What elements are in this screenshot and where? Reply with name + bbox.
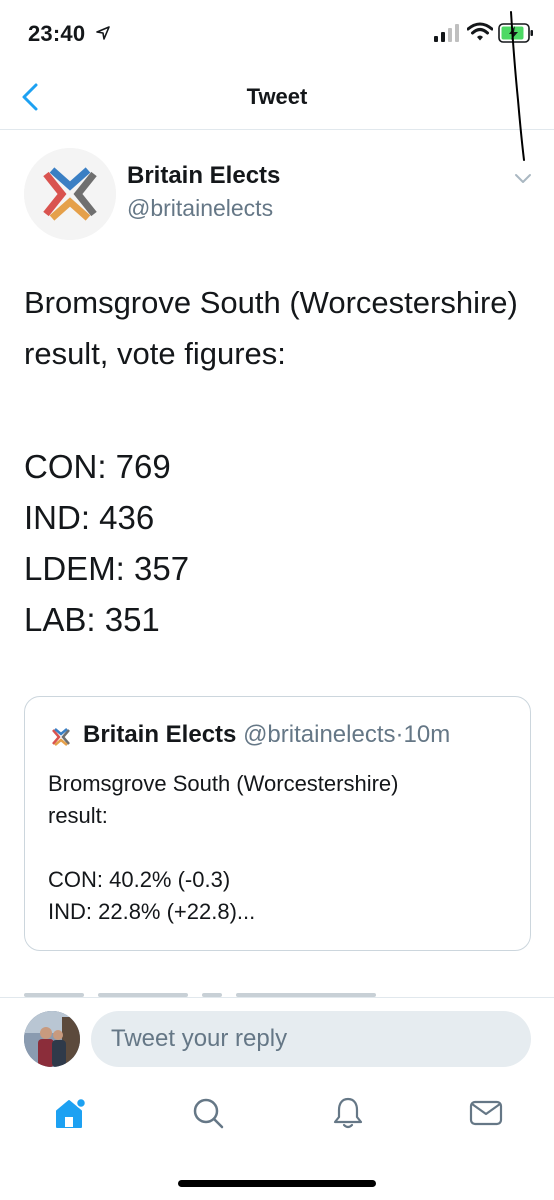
separator-dot: · bbox=[395, 721, 404, 748]
author-handle[interactable]: @britainelects bbox=[127, 195, 273, 222]
reply-bar: Tweet your reply bbox=[0, 997, 554, 1079]
quoted-tweet-text: Bromsgrove South (Worcestershire) result… bbox=[48, 768, 518, 928]
messages-icon[interactable] bbox=[468, 1095, 504, 1131]
user-avatar[interactable] bbox=[24, 1011, 80, 1067]
quoted-tweet-time: 10m bbox=[403, 721, 451, 748]
author-name[interactable]: Britain Elects bbox=[127, 162, 280, 190]
quoted-text-line: Bromsgrove South (Worcestershire) bbox=[48, 771, 399, 796]
reply-input[interactable]: Tweet your reply bbox=[91, 1011, 531, 1067]
navigation-bar: Tweet bbox=[0, 64, 554, 130]
quoted-tweet-header: Britain Elects @britainelects·10m bbox=[83, 721, 450, 749]
status-bar: 23:40 bbox=[0, 0, 554, 64]
timestamp-row-cutoff bbox=[24, 985, 424, 997]
notifications-icon[interactable] bbox=[330, 1095, 366, 1131]
cellular-signal-icon bbox=[434, 24, 459, 42]
result-line: LDEM: 357 bbox=[24, 550, 190, 587]
author-avatar[interactable] bbox=[24, 148, 116, 240]
britain-elects-logo-icon bbox=[52, 728, 70, 746]
tweet-results: CON: 769 IND: 436 LDEM: 357 LAB: 351 bbox=[24, 441, 534, 645]
home-indicator bbox=[178, 1180, 376, 1187]
quoted-author-handle: @britainelects bbox=[243, 721, 396, 748]
battery-charging-icon bbox=[498, 23, 533, 43]
britain-elects-logo-icon bbox=[24, 148, 116, 240]
chevron-down-icon[interactable] bbox=[512, 170, 534, 186]
quoted-text-line: CON: 40.2% (-0.3) bbox=[48, 867, 231, 892]
location-arrow-icon bbox=[96, 26, 110, 40]
quoted-text-gap bbox=[48, 832, 518, 864]
quoted-tweet-card[interactable]: Britain Elects @britainelects·10m Bromsg… bbox=[24, 696, 531, 951]
wifi-icon bbox=[467, 22, 493, 41]
home-icon[interactable] bbox=[51, 1095, 87, 1131]
result-line: CON: 769 bbox=[24, 448, 171, 485]
status-time: 23:40 bbox=[28, 21, 86, 46]
user-photo-icon bbox=[24, 1011, 80, 1067]
quoted-author-name: Britain Elects bbox=[83, 721, 237, 748]
quoted-text-line: IND: 22.8% (+22.8)... bbox=[48, 899, 256, 924]
result-line: IND: 436 bbox=[24, 499, 155, 536]
page-title: Tweet bbox=[246, 84, 308, 109]
tweet-text: Bromsgrove South (Worcestershire) result… bbox=[24, 285, 518, 371]
search-icon[interactable] bbox=[190, 1095, 226, 1131]
quoted-text-line: result: bbox=[48, 803, 108, 828]
result-line: LAB: 351 bbox=[24, 601, 160, 638]
